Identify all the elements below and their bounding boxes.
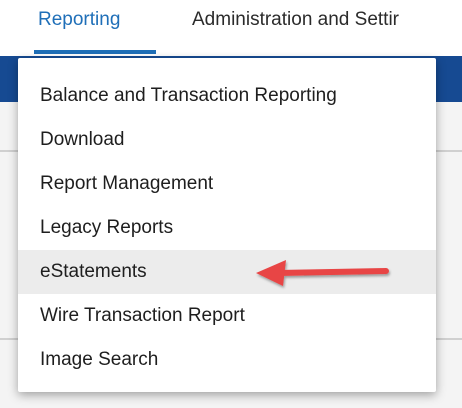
menu-item-report-management[interactable]: Report Management [18, 162, 436, 206]
menu-item-legacy-reports[interactable]: Legacy Reports [18, 206, 436, 250]
tab-reporting[interactable]: Reporting [38, 8, 120, 32]
menu-item-download[interactable]: Download [18, 118, 436, 162]
menu-item-image-search[interactable]: Image Search [18, 338, 436, 382]
menu-item-balance-and-transaction-reporting[interactable]: Balance and Transaction Reporting [18, 74, 436, 118]
page: Reporting Administration and Settir Bala… [0, 0, 462, 408]
red-arrow-icon [256, 260, 389, 286]
reporting-dropdown-menu: Balance and Transaction Reporting Downlo… [18, 58, 436, 392]
active-tab-indicator [34, 50, 156, 54]
top-navigation: Reporting Administration and Settir [0, 0, 462, 56]
tab-administration-and-settings[interactable]: Administration and Settir [192, 8, 399, 32]
menu-item-wire-transaction-report[interactable]: Wire Transaction Report [18, 294, 436, 338]
